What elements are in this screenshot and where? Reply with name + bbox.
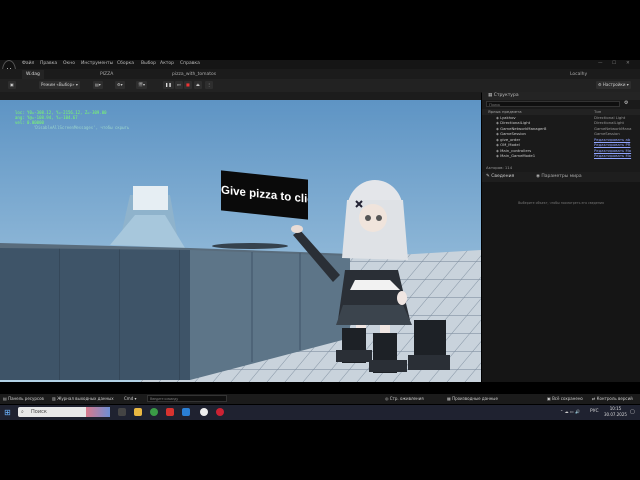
app-icon-blue[interactable]	[182, 408, 190, 416]
maximize-icon[interactable]: ☐	[612, 61, 616, 66]
notifications-icon[interactable]: ▢	[630, 409, 635, 415]
game-viewport[interactable]: loc: Y0=-308.12, Y=-2156.12, Z=-309.00 a…	[0, 100, 481, 382]
outliner-row-type[interactable]: Редактировать Ма	[594, 153, 631, 159]
content-browser-button[interactable]: ▤ Панель ресурсов	[3, 396, 44, 401]
outliner-panel: ▦ Структура ⚙ Ярлык предмета Тип ◆ Lyakh…	[482, 92, 640, 172]
outliner-title: ▦ Структура	[482, 92, 640, 100]
search-highlight-image	[86, 407, 110, 417]
file-explorer-icon[interactable]	[134, 408, 142, 416]
derived-data-button[interactable]: ▦ Производные данные	[447, 396, 498, 401]
tab-wdag[interactable]: W.dag	[22, 70, 44, 79]
menu-help[interactable]: Справка	[180, 61, 200, 66]
search-icon: ⌕	[21, 409, 24, 415]
eject-icon[interactable]: ⏏	[194, 81, 202, 89]
outliner-settings-icon[interactable]: ⚙	[624, 100, 628, 106]
outliner-list: ◆ Lyakhov Directional Light ◆ DirectionalL…	[482, 115, 640, 159]
menu-window[interactable]: Окно	[63, 61, 75, 66]
outliner-col-label[interactable]: Ярлык предмета	[488, 109, 522, 114]
viewport-toolbar	[0, 92, 481, 100]
blueprint-icon[interactable]: ⚙▾	[115, 81, 125, 89]
output-log-button[interactable]: ▥ Журнал выходных данных	[52, 396, 114, 401]
close-icon[interactable]: ✕	[626, 61, 630, 66]
outliner-search-row: ⚙	[482, 100, 640, 109]
localhy-label[interactable]: Localhy	[566, 70, 591, 79]
pause-icon[interactable]: ❚❚	[163, 81, 174, 89]
clock[interactable]: 10:15 30.07.2025	[604, 406, 627, 418]
settings-button[interactable]: ⚙ Настройки ▾	[596, 81, 631, 89]
app-icon-red[interactable]	[166, 408, 174, 416]
outliner-row-label: Main_GameMode1	[500, 153, 536, 158]
app-icon-round[interactable]	[216, 408, 224, 416]
stop-icon[interactable]: ■	[184, 81, 192, 89]
details-empty-hint: Выберите объект, чтобы посмотреть его св…	[518, 201, 604, 205]
details-panel: ✎ Сведения ◉ Параметры мира Выберите объ…	[482, 172, 640, 382]
outliner-row-label: Main_controllers	[500, 147, 532, 153]
more-icon[interactable]: ⋮	[205, 81, 213, 89]
debug-overlay: loc: Y0=-308.12, Y=-2156.12, Z=-309.00 a…	[15, 110, 129, 130]
menu-build[interactable]: Сборка	[117, 61, 134, 66]
outliner-row-label: OM_Model	[500, 142, 520, 147]
task-view-icon[interactable]	[118, 408, 126, 416]
menu-edit[interactable]: Правка	[40, 61, 57, 66]
menu-bar: U Файл Правка Окно Инструменты Сборка Вы…	[0, 60, 640, 82]
cinematics-icon[interactable]: 🎬▾	[136, 81, 147, 89]
content-icon[interactable]: ▤▾	[93, 81, 103, 89]
tab-pizza-with-tomatos[interactable]: pizza_with_tomatos	[168, 70, 220, 79]
outliner-row-label: GameSession	[500, 131, 526, 136]
outliner-row-label: GameNetworkManager8	[500, 125, 547, 131]
console-input[interactable]	[147, 395, 227, 402]
debug-hint: 'DisableAllScreenMessages', чтобы скрыть	[33, 125, 130, 130]
level-tab-bar: W.dag PIZZA pizza_with_tomatos Localhy	[0, 69, 640, 79]
minimize-icon[interactable]: —	[598, 61, 603, 66]
unreal-taskbar-icon[interactable]	[200, 408, 208, 416]
language-indicator[interactable]: РУС	[590, 409, 599, 414]
chrome-icon[interactable]	[150, 408, 158, 416]
menu-select[interactable]: Выбор	[141, 61, 156, 66]
save-status[interactable]: ▣ Всё сохранено	[547, 396, 583, 401]
menu-tools[interactable]: Инструменты	[81, 61, 113, 66]
save-icon[interactable]: ▣	[8, 81, 16, 89]
outliner-row-label: DirectionalLight	[500, 120, 531, 125]
taskbar-search[interactable]: ⌕ Поиск	[18, 407, 110, 417]
tab-pizza[interactable]: PIZZA	[96, 70, 117, 79]
tray-icons[interactable]: ⌃ ☁ ▭ 🔊	[560, 409, 580, 414]
skip-icon[interactable]: ⏭	[175, 81, 183, 89]
status-bar: ▤ Панель ресурсов ▥ Журнал выходных данн…	[0, 394, 640, 404]
outliner-row-label: give_order	[500, 136, 521, 142]
scene-graphic	[0, 100, 481, 382]
cmd-dropdown[interactable]: Cmd ▾	[124, 396, 137, 401]
outliner-row[interactable]: ◆ Main_GameMode1 Редактировать Ма	[482, 153, 640, 159]
main-toolbar: ▣ Режим «Выбор» ▾ ▤▾ ⚙▾ 🎬▾ ❚❚ ⏭ ■ ⏏ ⋮ ⚙ …	[0, 79, 640, 93]
menu-file[interactable]: Файл	[22, 61, 34, 66]
source-control-button[interactable]: ⇄ Контроль версий	[592, 396, 633, 401]
outliner-search-input[interactable]	[486, 101, 620, 107]
windows-taskbar: ⊞ ⌕ Поиск ⌃ ☁ ▭ 🔊 РУС 10:15 30.07.2025 ▢	[0, 405, 640, 420]
windows-start-icon[interactable]: ⊞	[4, 408, 11, 417]
tab-world-settings[interactable]: ◉ Параметры мира	[536, 172, 582, 182]
select-mode-dropdown[interactable]: Режим «Выбор» ▾	[39, 81, 80, 89]
outliner-footer: Акторов: 114	[486, 165, 513, 170]
trace-button[interactable]: ◎ Стр. оживления	[385, 396, 424, 401]
details-tabs: ✎ Сведения ◉ Параметры мира	[482, 172, 640, 182]
outliner-row-label: Lyakhov	[500, 114, 516, 120]
tab-details[interactable]: ✎ Сведения	[486, 172, 514, 182]
menu-actor[interactable]: Актор	[160, 61, 174, 66]
